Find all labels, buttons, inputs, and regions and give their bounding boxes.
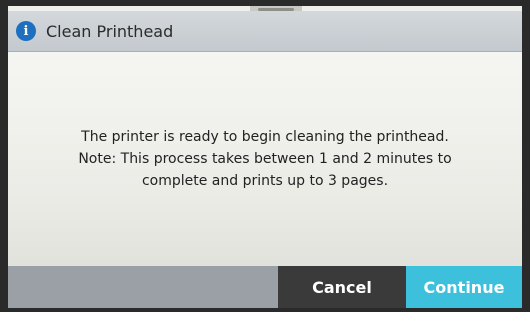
info-icon: i bbox=[16, 21, 36, 41]
dialog-title: Clean Printhead bbox=[46, 21, 174, 41]
button-bar: Cancel Continue bbox=[8, 266, 522, 308]
dialog-message: The printer is ready to begin cleaning t… bbox=[8, 52, 522, 266]
message-line: complete and prints up to 3 pages. bbox=[141, 173, 389, 189]
title-bar: i Clean Printhead bbox=[8, 11, 522, 52]
message-line: Note: This process takes between 1 and 2… bbox=[78, 151, 452, 167]
continue-button[interactable]: Continue bbox=[406, 266, 522, 308]
printer-bezel: i Clean Printhead The printer is ready t… bbox=[0, 0, 530, 312]
touch-screen: i Clean Printhead The printer is ready t… bbox=[8, 6, 522, 308]
cancel-button[interactable]: Cancel bbox=[278, 266, 406, 308]
message-line: The printer is ready to begin cleaning t… bbox=[81, 129, 449, 145]
